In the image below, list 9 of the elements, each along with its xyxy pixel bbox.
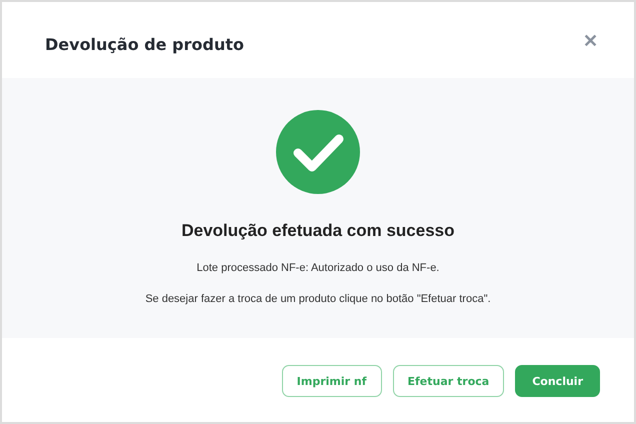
close-button[interactable]: ✕: [583, 30, 598, 52]
message-text: Se desejar fazer a troca de um produto clique no botão "Efetuar troca".: [145, 293, 491, 305]
success-check-icon: [276, 110, 360, 194]
action-button[interactable]: Concluir: [515, 365, 600, 397]
message-text: Lote processado NF-e: Autorizado o uso da NF-e.: [196, 262, 440, 274]
action-button[interactable]: Imprimir nf: [282, 365, 382, 397]
dialog-title: Devolução de produto: [45, 34, 244, 54]
action-button[interactable]: Efetuar troca: [392, 365, 504, 397]
success-heading: Devolução efetuada com sucesso: [181, 221, 455, 241]
